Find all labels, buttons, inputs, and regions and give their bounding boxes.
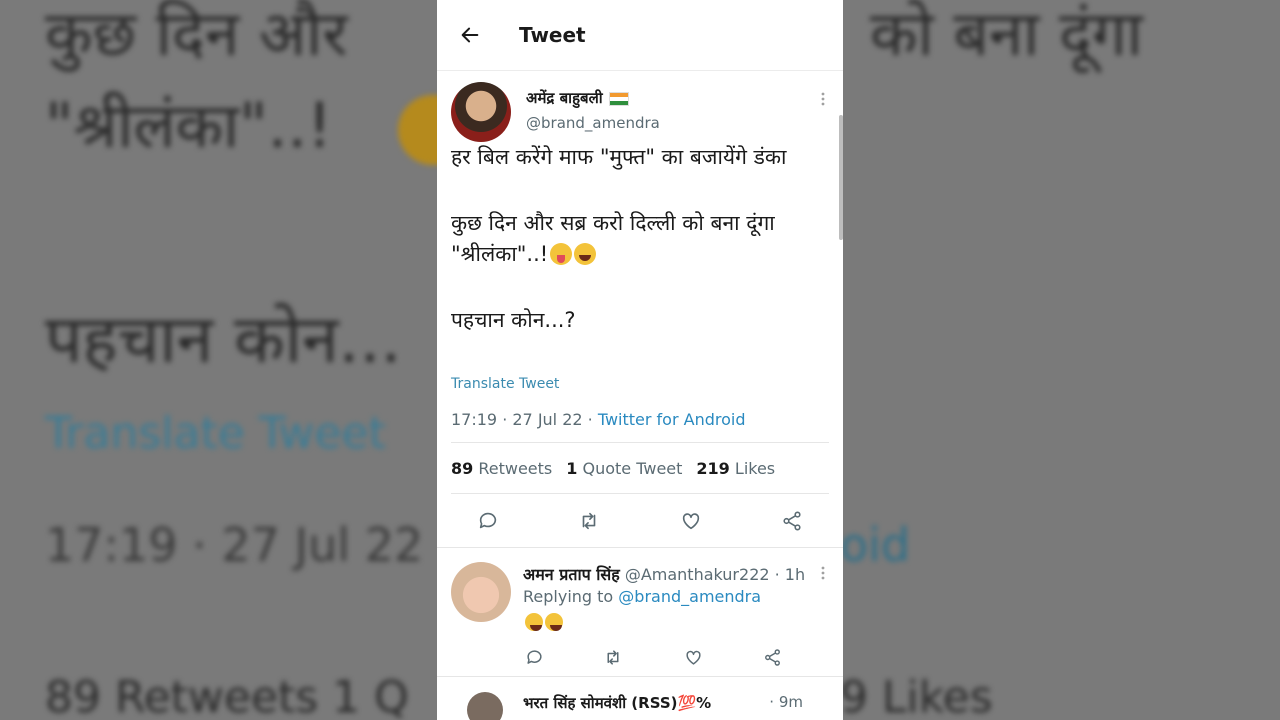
share-icon bbox=[764, 648, 780, 666]
bg-text-line3: पहचान कोन... bbox=[45, 301, 402, 378]
reply-header: अमन प्रताप सिंह @Amanthakur222 · 1h bbox=[523, 563, 805, 585]
like-button[interactable] bbox=[680, 644, 706, 670]
tweet-paragraph-3: पहचान कोन...? bbox=[451, 308, 576, 332]
reply-icon bbox=[526, 649, 542, 664]
divider bbox=[451, 442, 829, 443]
retweet-button[interactable] bbox=[600, 644, 626, 670]
share-icon bbox=[783, 511, 801, 531]
flag-icon bbox=[608, 91, 629, 106]
retweets-count: 89 bbox=[451, 459, 474, 478]
tweet-detail-screen: Tweet अमेंद्र बाहुबली @brand_amendra हर … bbox=[437, 0, 843, 720]
divider bbox=[451, 493, 829, 494]
reply-handle-time: @Amanthakur222 · 1h bbox=[619, 565, 806, 584]
reply-icon bbox=[479, 512, 497, 529]
page-title: Tweet bbox=[519, 23, 586, 47]
retweet-icon bbox=[582, 512, 596, 530]
reply-author-name[interactable]: अमन प्रताप सिंह bbox=[523, 565, 620, 584]
like-icon bbox=[685, 650, 701, 665]
retweet-button[interactable] bbox=[576, 508, 602, 534]
likes-count: 219 bbox=[696, 459, 730, 478]
retweet-icon bbox=[607, 649, 619, 665]
like-button[interactable] bbox=[678, 508, 704, 534]
back-arrow-icon bbox=[461, 27, 479, 43]
reply-button[interactable] bbox=[521, 644, 547, 670]
tweet-author-row: अमेंद्र बाहुबली @brand_amendra bbox=[437, 70, 843, 148]
bg-text-line1-right: को बना दूंगा bbox=[870, 0, 1143, 70]
replying-prefix: Replying to bbox=[523, 587, 619, 606]
reply-time: · 9m bbox=[769, 693, 803, 711]
tweet-paragraph-2-text: कुछ दिन और सब्र करो दिल्ली को बना दूंगा … bbox=[451, 211, 775, 266]
more-options-button[interactable] bbox=[821, 566, 825, 580]
author-handle[interactable]: @brand_amendra bbox=[526, 114, 660, 132]
avatar[interactable] bbox=[467, 692, 503, 720]
likes-stat[interactable]: 219 Likes bbox=[696, 459, 775, 478]
quotes-stat[interactable]: 1 Quote Tweet bbox=[566, 459, 682, 478]
tweet-paragraph-1: हर बिल करेंगे माफ "मुफ्त" का बजायेंगे डं… bbox=[451, 145, 787, 169]
bg-translate-text: Translate Tweet bbox=[45, 408, 386, 459]
tweet-text: हर बिल करेंगे माफ "मुफ्त" का बजायेंगे डं… bbox=[451, 142, 831, 371]
tweet-actions bbox=[437, 508, 843, 538]
share-button[interactable] bbox=[759, 644, 785, 670]
retweets-stat[interactable]: 89 Retweets bbox=[451, 459, 552, 478]
reply-tweet[interactable]: अमन प्रताप सिंह @Amanthakur222 · 1h Repl… bbox=[437, 548, 843, 677]
more-icon bbox=[821, 566, 825, 580]
tweet-meta: 17:19 · 27 Jul 22 · Twitter for Android bbox=[451, 410, 745, 429]
author-name-text: अमेंद्र बाहुबली bbox=[526, 89, 603, 107]
translate-tweet-link[interactable]: Translate Tweet bbox=[451, 376, 559, 392]
tweet-source-link[interactable]: Twitter for Android bbox=[598, 410, 746, 429]
emoji-laugh-icon bbox=[525, 613, 543, 631]
quotes-count: 1 bbox=[566, 459, 578, 478]
more-options-button[interactable] bbox=[821, 92, 825, 106]
reply-tweet[interactable]: भरत सिंह सोमवंशी (RSS)💯% · 9m bbox=[437, 690, 843, 720]
tweet-paragraph-2: कुछ दिन और सब्र करो दिल्ली को बना दूंगा … bbox=[451, 208, 831, 270]
bg-stats-text: 89 Retweets 1 Q bbox=[45, 672, 409, 720]
like-icon bbox=[682, 513, 700, 530]
bg-source-fragment: oid bbox=[840, 518, 911, 572]
reply-text bbox=[523, 612, 563, 631]
tweet-stats: 89 Retweets 1 Quote Tweet 219 Likes bbox=[451, 459, 775, 478]
replying-to: Replying to @brand_amendra bbox=[523, 587, 761, 606]
bg-likes-text: 9 Likes bbox=[840, 672, 993, 720]
main-tweet: अमेंद्र बाहुबली @brand_amendra हर बिल कर… bbox=[437, 70, 843, 548]
avatar[interactable] bbox=[451, 82, 511, 142]
bg-time-text: 17:19 · 27 Jul 22 bbox=[45, 518, 424, 572]
avatar[interactable] bbox=[451, 562, 511, 622]
tweet-timestamp: 17:19 · 27 Jul 22 · bbox=[451, 410, 598, 429]
more-icon bbox=[821, 92, 825, 106]
retweets-label: Retweets bbox=[478, 459, 553, 478]
emoji-laugh-icon bbox=[545, 613, 563, 631]
author-name[interactable]: अमेंद्र बाहुबली bbox=[526, 88, 629, 108]
likes-label: Likes bbox=[734, 459, 776, 478]
emoji-tongue-icon bbox=[550, 243, 573, 265]
emoji-laugh-icon bbox=[574, 243, 597, 265]
reply-button[interactable] bbox=[475, 508, 501, 534]
top-bar: Tweet bbox=[437, 0, 843, 71]
divider bbox=[437, 676, 843, 677]
replying-handle-link[interactable]: @brand_amendra bbox=[618, 587, 761, 606]
quotes-label: Quote Tweet bbox=[582, 459, 683, 478]
bg-text-line1: कुछ दिन और bbox=[45, 0, 348, 70]
bg-text-line2: "श्रीलंका"..! bbox=[45, 89, 332, 162]
reply-author-name[interactable]: भरत सिंह सोमवंशी (RSS)💯% bbox=[523, 693, 711, 713]
share-button[interactable] bbox=[779, 508, 805, 534]
reply-actions bbox=[437, 644, 843, 668]
back-button[interactable] bbox=[457, 22, 483, 48]
